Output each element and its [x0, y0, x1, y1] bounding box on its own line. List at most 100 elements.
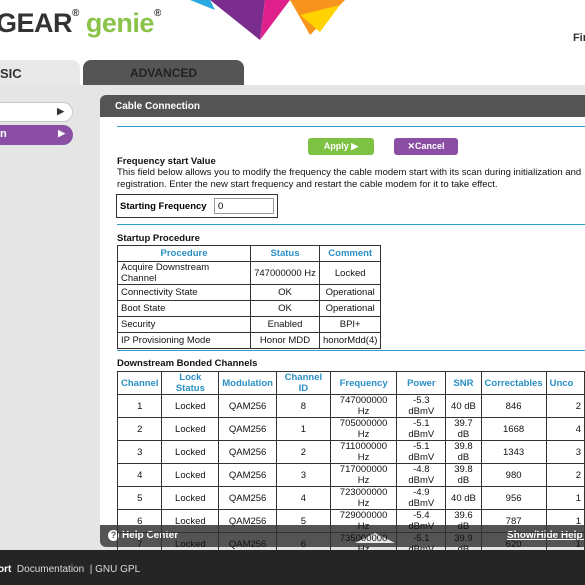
divider [117, 126, 585, 127]
col-procedure: Procedure [117, 245, 251, 262]
table-row: 4 Locked QAM256 3 717000000 Hz -4.8 dBmV 39.8 … [116, 463, 585, 487]
header-right-text[interactable]: Fir [573, 32, 585, 44]
cell: IP Provisioning Mode [117, 332, 251, 349]
cell: 711000000 Hz [329, 440, 398, 464]
col-comment: Comment [318, 245, 382, 262]
logo-main-text: GEAR [0, 8, 73, 38]
table-row: 1 Locked QAM256 8 747000000 Hz -5.3 dBmV 40 dB… [116, 394, 585, 418]
cell: Locked [318, 261, 382, 285]
cell: 747000000 Hz [250, 261, 320, 285]
table-header-row: Channel Lock Status Modulation Channel I… [116, 371, 585, 395]
table-row: Boot State OK Operational [117, 300, 382, 317]
decorative-shapes-icon [190, 0, 345, 40]
sidebar-item-1[interactable]: ▶ [0, 102, 73, 122]
startup-section-title: Startup Procedure [117, 233, 200, 244]
logo-reg-mark: ® [72, 8, 79, 19]
header: GEAR® genie® Fir [0, 0, 585, 60]
cell: -5.1 dBmV [396, 440, 447, 464]
panel-title: Cable Connection [100, 95, 585, 117]
cell: Acquire Downstream Channel [117, 261, 251, 285]
footer-separator: | [89, 564, 93, 575]
cell: QAM256 [218, 417, 277, 441]
cell: 2 [275, 440, 331, 464]
cell: 1668 [480, 417, 547, 441]
col-correctables: Correctables [480, 371, 547, 395]
chevron-right-icon: ▶ [57, 106, 64, 116]
cell: honorMdd(4) [318, 332, 382, 349]
cell: BPI+ [318, 316, 382, 333]
table-row: 5 Locked QAM256 4 723000000 Hz -4.9 dBmV 40 dB… [116, 486, 585, 510]
cell: Connectivity State [117, 284, 251, 301]
cell: QAM256 [218, 486, 277, 510]
sidebar-item-label: n [0, 128, 7, 140]
gnu-gpl-link[interactable]: GNU GPL [95, 564, 140, 575]
cell: QAM256 [218, 440, 277, 464]
cell: Boot State [117, 300, 251, 317]
cell: Security [117, 316, 251, 333]
footer-links: ort Documentation | GNU GPL [0, 564, 140, 575]
col-lock-status: Lock Status [161, 371, 220, 395]
starting-frequency-input[interactable] [214, 198, 274, 214]
apply-button[interactable]: Apply ▶ [308, 138, 374, 155]
cell: OK [250, 300, 320, 317]
cell: 39.6 dB [445, 509, 482, 533]
col-modulation: Modulation [218, 371, 277, 395]
col-channel: Channel [116, 371, 163, 395]
cell: 717000000 Hz [329, 463, 398, 487]
cell: -5.3 dBmV [396, 394, 447, 418]
cell: 956 [480, 486, 547, 510]
cancel-label: Cancel [415, 141, 445, 151]
documentation-link[interactable]: Documentation [17, 564, 84, 575]
cell: Operational [318, 300, 382, 317]
cell: 747000000 Hz [329, 394, 398, 418]
support-link[interactable]: ort [0, 564, 11, 575]
cell: 3 [275, 463, 331, 487]
cell: 5 [275, 509, 331, 533]
cell: 2 [545, 463, 585, 487]
cell: 40 dB [445, 394, 482, 418]
startup-procedure-table: Procedure Status Comment Acquire Downstr… [117, 245, 382, 349]
cell: 40 dB [445, 486, 482, 510]
cell: 3 [116, 440, 163, 464]
cell: 4 [275, 486, 331, 510]
col-channel-id: Channel ID [275, 371, 331, 395]
logo-genie-text: genie [85, 8, 155, 38]
starting-frequency-label: Starting Frequency [120, 201, 207, 212]
table-row: IP Provisioning Mode Honor MDD honorMdd(… [117, 332, 382, 349]
starting-frequency-box: Starting Frequency [116, 194, 278, 218]
table-row: Connectivity State OK Operational [117, 284, 382, 301]
col-power: Power [396, 371, 447, 395]
cell: QAM256 [218, 509, 277, 533]
cell: Locked [161, 509, 220, 533]
tab-advanced[interactable]: ADVANCED [83, 60, 244, 85]
sidebar-item-2-active[interactable]: n ▶ [0, 125, 73, 145]
cell: 1 [116, 394, 163, 418]
cell: -5.4 dBmV [396, 509, 447, 533]
cell: 39.8 dB [445, 463, 482, 487]
cell: QAM256 [218, 394, 277, 418]
table-row: Acquire Downstream Channel 747000000 Hz … [117, 261, 382, 285]
table-row: 6 Locked QAM256 5 729000000 Hz -5.4 dBmV 39.6 … [116, 509, 585, 533]
cell: 8 [275, 394, 331, 418]
cell: 3 [545, 440, 585, 464]
logo-reg-mark-2: ® [153, 8, 161, 19]
cell: 6 [116, 509, 163, 533]
cell: 1 [275, 417, 331, 441]
cell: Locked [161, 440, 220, 464]
cell: 705000000 Hz [329, 417, 398, 441]
shape-blue [190, 0, 215, 10]
shape-magenta [260, 0, 290, 40]
cell: 1 [545, 509, 585, 533]
frequency-section-title: Frequency start Value [117, 156, 216, 167]
table-header-row: Procedure Status Comment [117, 245, 382, 262]
cancel-button[interactable]: ✕Cancel [394, 138, 458, 155]
cell: 2 [116, 417, 163, 441]
chevron-right-icon: ▶ [58, 128, 65, 138]
table-row: 3 Locked QAM256 2 711000000 Hz -5.1 dBmV 39.8 … [116, 440, 585, 464]
shape-purple [210, 0, 265, 40]
cell: 39.8 dB [445, 440, 482, 464]
cell: Locked [161, 394, 220, 418]
frequency-description: This field below allows you to modify th… [117, 167, 582, 190]
col-status: Status [250, 245, 320, 262]
netgear-genie-logo[interactable]: GEAR® genie® [0, 8, 161, 39]
